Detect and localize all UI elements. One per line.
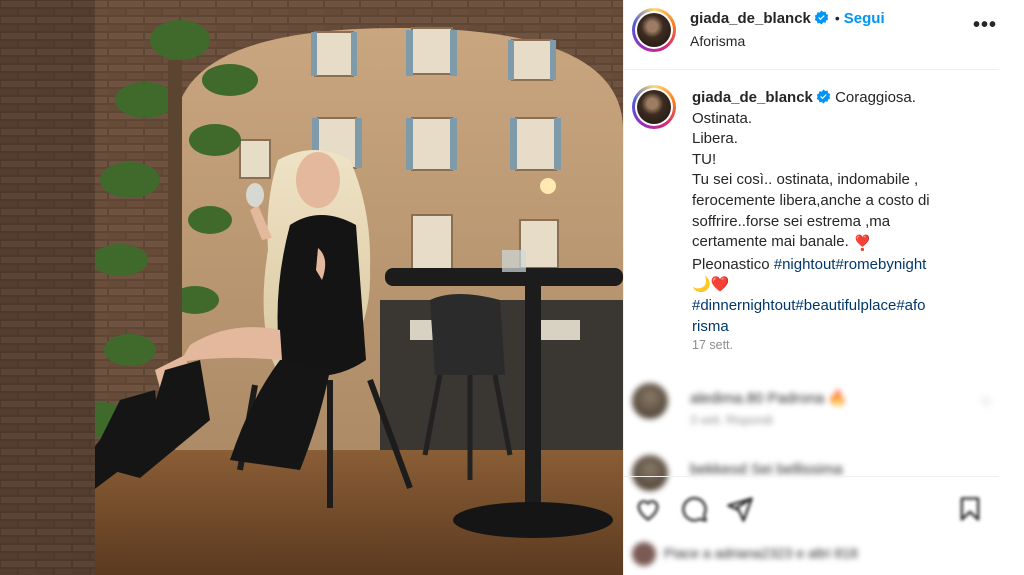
verified-badge-icon bbox=[816, 89, 831, 104]
caption-line: ferocemente libera,anche a costo di bbox=[692, 191, 930, 209]
comment-text: aledima.80 Padrona 🔥 bbox=[690, 390, 848, 407]
follow-button[interactable]: Segui bbox=[844, 10, 885, 27]
follow-separator: • bbox=[834, 10, 840, 26]
caption-author-avatar[interactable] bbox=[632, 85, 676, 129]
caption-word: Pleonastico bbox=[692, 255, 770, 273]
author-username[interactable]: giada_de_blanck bbox=[690, 10, 811, 27]
caption-line: TU! bbox=[692, 150, 717, 168]
caption-line: Ostinata. bbox=[692, 109, 753, 127]
more-options-icon[interactable]: ••• bbox=[970, 14, 1000, 37]
panel-scroll-gutter bbox=[999, 0, 1024, 575]
post-caption: giada_de_blanck Coraggiosa. Ostinata. Li… bbox=[692, 88, 992, 337]
paper-plane-icon[interactable] bbox=[726, 495, 754, 523]
caption-line: certamente mai banale. bbox=[692, 233, 849, 251]
caption-username[interactable]: giada_de_blanck bbox=[692, 89, 813, 106]
comment-avatar[interactable] bbox=[632, 383, 668, 419]
caption-line: Libera. bbox=[692, 130, 738, 148]
comment-icon[interactable] bbox=[680, 495, 708, 523]
hashtag-link[interactable]: #dinnernightout#beautifulplace#afo bbox=[692, 296, 992, 317]
comment-item: bekkeod Sei bellissima bbox=[632, 455, 1002, 491]
post-subtitle[interactable]: Aforisma bbox=[690, 33, 745, 49]
liker-avatar bbox=[632, 542, 656, 566]
moon-heart-emoji: 🌙❤️ bbox=[692, 276, 730, 294]
comment-like-icon[interactable]: ♡ bbox=[980, 395, 992, 411]
heart-exclamation-emoji: ❣️ bbox=[852, 235, 872, 253]
heart-icon[interactable] bbox=[634, 495, 662, 523]
verified-badge-icon bbox=[814, 10, 829, 25]
hashtag-link[interactable]: risma bbox=[692, 317, 992, 338]
post-sidebar: giada_de_blanck • Segui Aforisma ••• giada… bbox=[623, 0, 1024, 575]
post-header: giada_de_blanck • Segui Aforisma ••• bbox=[624, 0, 1000, 70]
post-actions bbox=[624, 476, 1000, 536]
bookmark-icon[interactable] bbox=[956, 495, 984, 523]
likes-summary[interactable]: Piace a adriana2323 e altri 818 bbox=[632, 540, 1002, 570]
caption-line: Tu sei così.. ostinata, indomabile , bbox=[692, 171, 919, 189]
caption-line: Coraggiosa. bbox=[835, 89, 916, 106]
post-photo[interactable] bbox=[0, 0, 623, 575]
likes-text[interactable]: Piace a adriana2323 e altri 818 bbox=[664, 545, 858, 561]
author-avatar[interactable] bbox=[632, 8, 676, 52]
caption-line: soffrire..forse sei estrema ,ma bbox=[692, 212, 891, 230]
hashtag-link[interactable]: #nightout#romebynight bbox=[774, 256, 927, 273]
post-timestamp[interactable]: 17 sett. bbox=[692, 338, 733, 352]
post-image bbox=[0, 0, 623, 575]
comment-meta[interactable]: 3 sett. Rispondi bbox=[690, 413, 773, 427]
comment-item: aledima.80 Padrona 🔥 3 sett. Rispondi ♡ bbox=[632, 383, 1002, 431]
